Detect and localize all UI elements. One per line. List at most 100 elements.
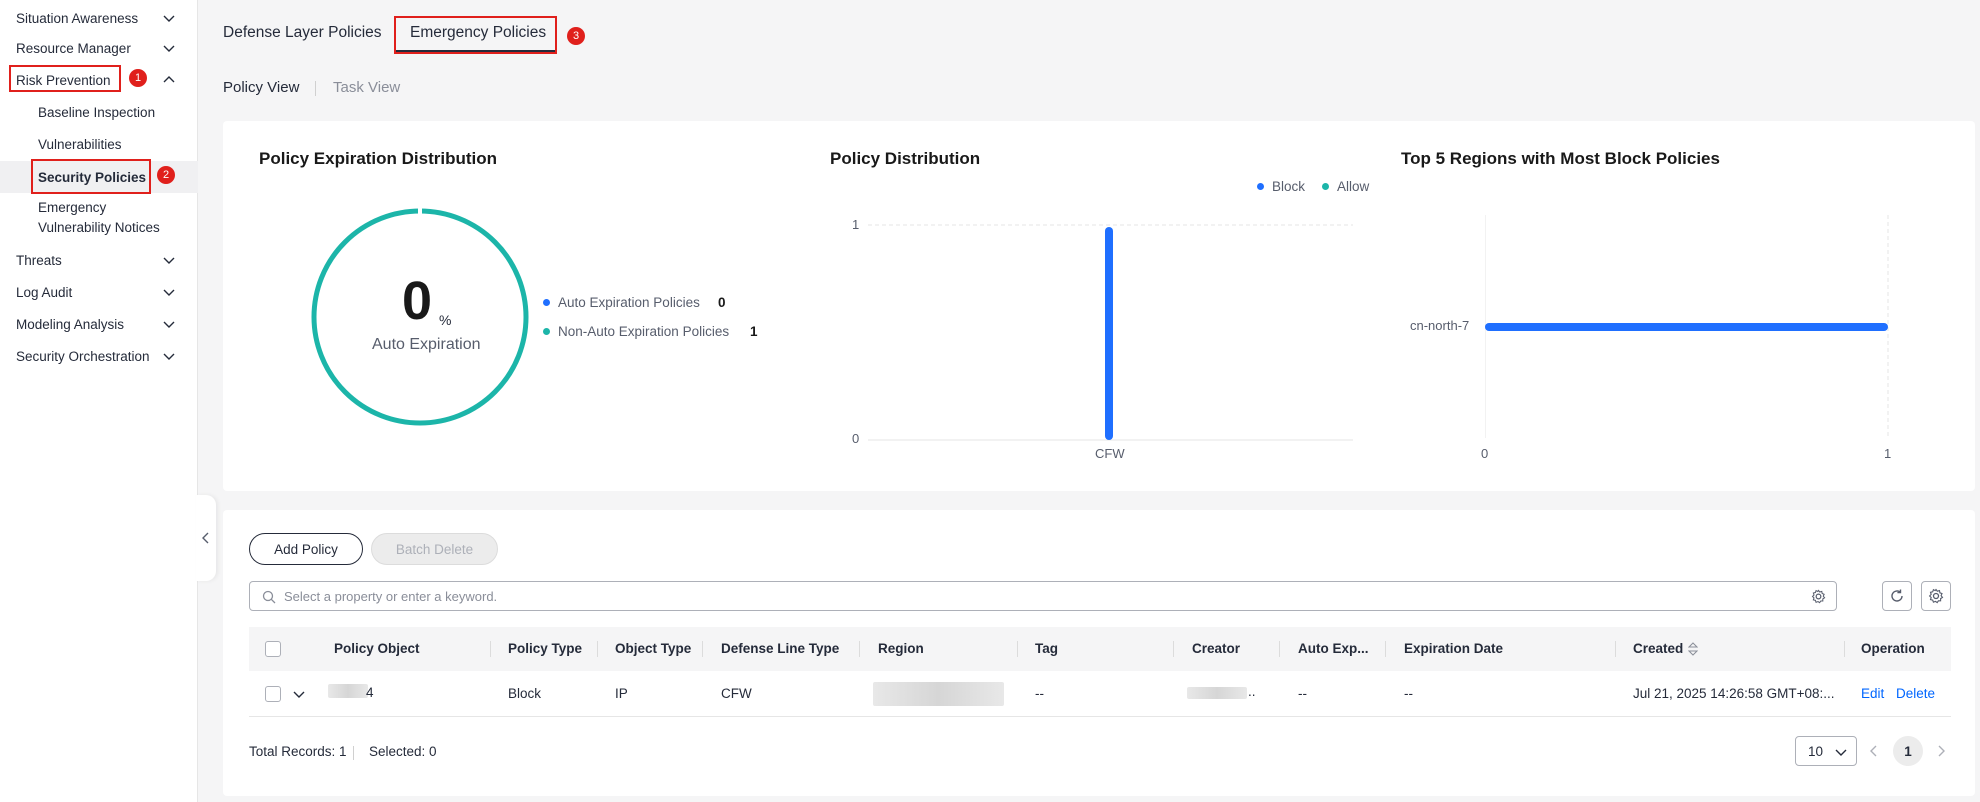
selected-count: Selected: 0 xyxy=(369,744,437,759)
chart-title-regions: Top 5 Regions with Most Block Policies xyxy=(1401,149,1720,168)
distribution-plot xyxy=(868,224,1353,441)
legend-dot-non-auto xyxy=(543,328,550,335)
y-tick-0: 0 xyxy=(852,431,860,446)
prev-page-icon[interactable] xyxy=(1868,744,1880,758)
y-tick-1: 1 xyxy=(852,217,860,232)
nav-vulnerabilities[interactable]: Vulnerabilities xyxy=(0,130,198,158)
search-placeholder: Select a property or enter a keyword. xyxy=(284,588,498,604)
page-number-current[interactable]: 1 xyxy=(1893,736,1923,766)
col-expiration-date: Expiration Date xyxy=(1404,641,1504,656)
batch-delete-button[interactable]: Batch Delete xyxy=(371,533,498,565)
col-tag: Tag xyxy=(1035,641,1058,656)
chevron-down-icon xyxy=(163,45,175,52)
step-badge-2: 2 xyxy=(157,166,175,184)
nav-label: Log Audit xyxy=(16,284,73,300)
col-separator xyxy=(597,641,598,657)
delete-link[interactable]: Delete xyxy=(1896,686,1935,701)
nav-threats[interactable]: Threats xyxy=(0,246,198,274)
task-view-toggle[interactable]: Task View xyxy=(333,79,400,96)
row-checkbox[interactable] xyxy=(265,686,281,702)
nav-baseline-inspection[interactable]: Baseline Inspection xyxy=(0,98,198,126)
page-size-select[interactable]: 10 xyxy=(1795,736,1857,766)
legend-label-allow: Allow xyxy=(1337,179,1370,194)
nav-log-audit[interactable]: Log Audit xyxy=(0,278,198,306)
col-operation: Operation xyxy=(1861,641,1925,656)
col-separator xyxy=(1615,641,1616,657)
legend-dot-auto xyxy=(543,299,550,306)
tab-defense-layer-policies[interactable]: Defense Layer Policies xyxy=(223,24,382,42)
nav-label-line1: Emergency xyxy=(38,200,107,215)
step-badge-3: 3 xyxy=(567,27,585,45)
settings-icon xyxy=(1928,588,1944,604)
expand-row-icon[interactable] xyxy=(293,688,305,700)
col-region: Region xyxy=(878,641,924,656)
donut-gap xyxy=(418,207,422,215)
next-page-icon[interactable] xyxy=(1935,744,1947,758)
legend-value-non-auto: 1 xyxy=(750,324,758,339)
gear-icon[interactable] xyxy=(1811,589,1826,604)
col-auto-exp: Auto Exp... xyxy=(1298,641,1369,656)
highlight-risk-prevention xyxy=(9,65,121,92)
sidebar-collapse-handle[interactable] xyxy=(196,495,216,581)
legend-label-non-auto: Non-Auto Expiration Policies xyxy=(558,324,730,339)
bar-block-cfw xyxy=(1105,227,1113,440)
refresh-button[interactable] xyxy=(1882,581,1912,611)
nav-label: Threats xyxy=(16,252,62,268)
legend-value-auto: 0 xyxy=(718,295,726,310)
policy-view-toggle[interactable]: Policy View xyxy=(223,79,299,96)
chevron-down-icon xyxy=(163,15,175,22)
col-separator xyxy=(1385,641,1386,657)
search-input[interactable]: Select a property or enter a keyword. xyxy=(249,581,1837,611)
add-policy-button[interactable]: Add Policy xyxy=(249,533,363,565)
col-object-type: Object Type xyxy=(615,641,692,656)
col-created[interactable]: Created xyxy=(1633,641,1683,656)
sort-icon[interactable] xyxy=(1688,642,1698,656)
col-separator xyxy=(859,641,860,657)
nav-situation-awareness[interactable]: Situation Awareness xyxy=(0,4,198,32)
table-settings-button[interactable] xyxy=(1921,581,1951,611)
chevron-up-icon xyxy=(163,76,175,83)
chart-title-expiration: Policy Expiration Distribution xyxy=(259,149,498,168)
bar-region-cn-north-7 xyxy=(1485,323,1888,331)
col-separator xyxy=(490,641,491,657)
table-header: Policy Object Policy Type Object Type De… xyxy=(249,627,1951,671)
nav-modeling-analysis[interactable]: Modeling Analysis xyxy=(0,310,198,338)
x-tick-0: 0 xyxy=(1481,446,1489,461)
col-separator xyxy=(1844,641,1845,657)
chevron-down-icon xyxy=(163,353,175,360)
page-size-value: 10 xyxy=(1808,743,1824,759)
nav-emergency-vulnerability-notices[interactable]: Emergency Vulnerability Notices xyxy=(0,198,198,238)
nav-resource-manager[interactable]: Resource Manager xyxy=(0,34,198,62)
redacted-region xyxy=(873,682,1004,706)
col-policy-type: Policy Type xyxy=(508,641,583,656)
col-defense-line-type: Defense Line Type xyxy=(721,641,840,656)
footer-divider xyxy=(353,746,354,760)
legend-label-auto: Auto Expiration Policies xyxy=(558,295,700,310)
cell-object-type: IP xyxy=(615,686,628,701)
col-policy-object: Policy Object xyxy=(334,641,420,656)
legend-dot-allow xyxy=(1322,183,1329,190)
col-separator xyxy=(702,641,703,657)
cell-policy-object-suffix: 4 xyxy=(366,685,374,700)
select-all-checkbox[interactable] xyxy=(265,641,281,657)
nav-label: Baseline Inspection xyxy=(38,104,156,120)
nav-label-line2: Vulnerability Notices xyxy=(38,220,160,235)
total-records: Total Records: 1 xyxy=(249,744,347,759)
nav-label: Security Orchestration xyxy=(16,348,150,364)
col-creator: Creator xyxy=(1192,641,1241,656)
col-separator xyxy=(1017,641,1018,657)
legend-dot-block xyxy=(1257,183,1264,190)
cell-policy-type: Block xyxy=(508,686,542,701)
table-row: 4 Block IP CFW -- .. -- -- Jul 21, 2025 … xyxy=(249,671,1951,717)
highlight-emergency-policies xyxy=(394,16,557,54)
step-badge-1: 1 xyxy=(129,69,147,87)
cell-defense-line-type: CFW xyxy=(721,686,752,701)
redacted-creator xyxy=(1187,687,1247,699)
refresh-icon xyxy=(1891,589,1903,602)
edit-link[interactable]: Edit xyxy=(1861,686,1884,701)
chevron-down-icon xyxy=(1835,749,1847,756)
nav-security-orchestration[interactable]: Security Orchestration xyxy=(0,342,198,370)
chart-title-distribution: Policy Distribution xyxy=(830,149,981,168)
search-icon xyxy=(262,590,276,604)
chevron-down-icon xyxy=(163,257,175,264)
